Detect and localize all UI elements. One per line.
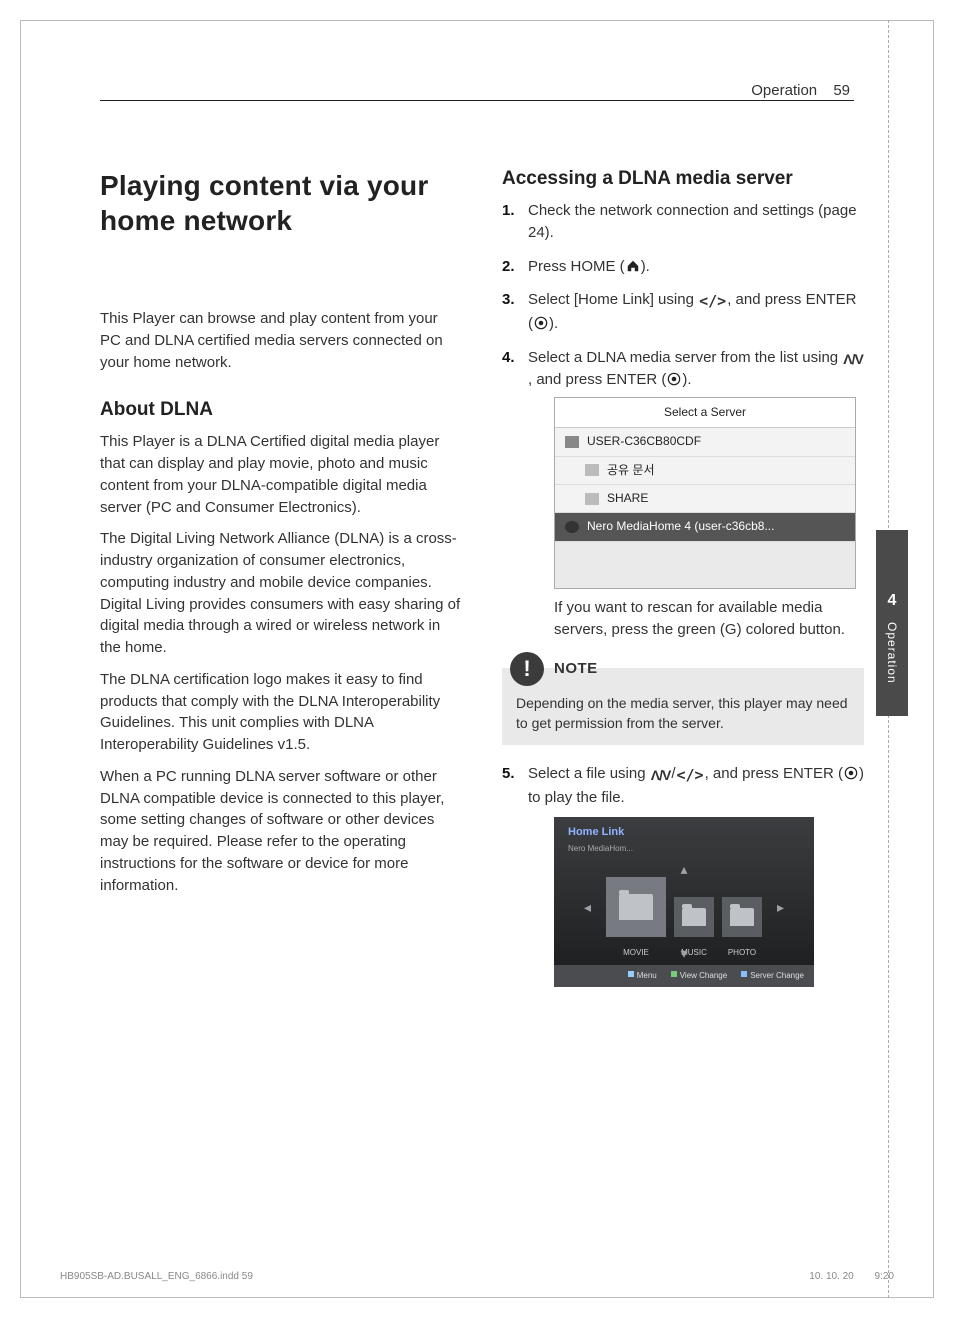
note-bang-icon: ! [510,652,544,686]
server-panel-title: Select a Server [555,398,855,428]
up-down-icon: Λ/V [651,765,671,785]
step-1-text: Check the network connection and setting… [528,202,857,241]
dot-blue-icon [741,971,747,977]
about-p2: The Digital Living Network Alliance (DLN… [100,528,462,659]
print-datetime: 10. 10. 20 9:20 [791,1271,894,1282]
intro-text: This Player can browse and play content … [100,308,462,373]
step-5a: Select a file using [528,765,650,782]
card-music [674,897,714,937]
step-4c: ). [682,371,691,388]
down-arrow-icon: ▾ [680,943,687,963]
side-tab: 4 Operation [876,530,908,716]
steps-list: Check the network connection and setting… [502,200,864,987]
folder-icon [585,464,599,476]
note-text: Depending on the media server, this play… [516,694,850,733]
disc-icon [565,521,579,533]
note-label: NOTE [554,658,598,680]
homelink-cards [554,877,814,937]
print-file: HB905SB-AD.BUSALL_ENG_6866.indd 59 [60,1271,253,1282]
about-p1: This Player is a DLNA Certified digital … [100,431,462,518]
print-footer: HB905SB-AD.BUSALL_ENG_6866.indd 59 10. 1… [60,1271,894,1282]
dot-green-icon [671,971,677,977]
access-heading: Accessing a DLNA media server [502,168,864,190]
server-blank-area [555,542,855,588]
footer-menu: Menu [628,970,657,982]
server-row-3-label: SHARE [607,490,648,507]
print-time: 9:20 [875,1271,894,1282]
server-row-1-label: USER-C36CB80CDF [587,433,701,450]
server-row-1: USER-C36CB80CDF [555,428,855,456]
step-1: Check the network connection and setting… [502,200,864,244]
step-3: Select [Home Link] using </>, and press … [502,289,864,335]
right-column: Accessing a DLNA media server Check the … [502,168,864,999]
step-5b: , and press ENTER ( [705,765,843,782]
homelink-subtitle: Nero MediaHom... [568,844,633,853]
side-tab-label: Operation [885,622,899,684]
step-2a: Press HOME ( [528,258,625,275]
server-row-4-label: Nero MediaHome 4 (user-c36cb8... [587,518,774,535]
server-row-3: SHARE [555,485,855,513]
server-select-panel: Select a Server USER-C36CB80CDF 공유 문서 SH… [554,397,856,589]
enter-icon [534,316,548,330]
print-date: 10. 10. 20 [809,1271,853,1282]
content-area: Playing content via your home network Th… [100,80,864,1258]
step-4b: , and press ENTER ( [528,371,666,388]
step-2: Press HOME (). [502,256,864,278]
step-5: Select a file using Λ/V/</>, and press E… [502,763,864,987]
step-4a: Select a DLNA media server from the list… [528,349,842,366]
server-row-4-selected: Nero MediaHome 4 (user-c36cb8... [555,513,855,541]
side-tab-number: 4 [876,530,908,610]
home-icon [626,259,640,273]
step-3a: Select [Home Link] using [528,291,698,308]
homelink-title: Home Link Nero MediaHom... [568,825,633,857]
enter-icon [667,372,681,386]
rescan-note: If you want to rescan for available medi… [554,597,864,641]
step-4: Select a DLNA media server from the list… [502,347,864,746]
pc-icon [565,436,579,448]
left-column: Playing content via your home network Th… [100,168,462,999]
label-movie: MOVIE [606,947,666,959]
homelink-panel: Home Link Nero MediaHom... ▴ ◂ ▸ MOVIE [554,817,814,987]
homelink-footer: Menu View Change Server Change [554,965,814,987]
server-row-2: 공유 문서 [555,457,855,485]
note-box: ! NOTE Depending on the media server, th… [502,668,864,745]
footer-view: View Change [671,970,727,982]
step-3c: ). [549,315,558,332]
card-photo [722,897,762,937]
slash: / [671,765,675,782]
label-photo: PHOTO [722,947,762,959]
step-2b: ). [641,258,650,275]
page-title: Playing content via your home network [100,168,462,238]
footer-server: Server Change [741,970,804,982]
about-p3: The DLNA certification logo makes it eas… [100,669,462,756]
card-movie [606,877,666,937]
folder-icon [585,493,599,505]
about-p4: When a PC running DLNA server software o… [100,766,462,897]
server-row-2-label: 공유 문서 [607,462,655,479]
dot-icon [628,971,634,977]
homelink-title-text: Home Link [568,826,624,838]
about-heading: About DLNA [100,399,462,421]
enter-icon [844,766,858,780]
left-right-icon: </> [699,291,726,313]
up-down-icon: Λ/V [843,349,863,369]
left-right-icon: </> [677,765,704,787]
